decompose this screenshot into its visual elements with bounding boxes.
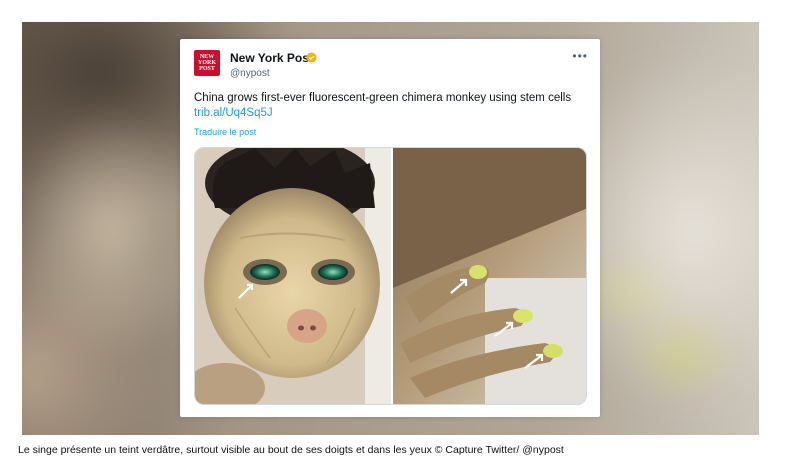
tweet-media[interactable] [194, 147, 587, 405]
account-avatar[interactable]: NEW YORK POST [194, 50, 220, 76]
monkey-face-photo [195, 148, 391, 404]
embedded-tweet[interactable]: NEW YORK POST New York Post @nypost ••• … [180, 39, 600, 417]
monkey-fingers-photo [393, 148, 586, 404]
photo-caption: Le singe présente un teint verdâtre, sur… [18, 444, 564, 456]
avatar-logo: NEW YORK POST [198, 54, 216, 72]
tweet-link[interactable]: trib.al/Uq4Sq5J [194, 107, 273, 119]
verified-badge-icon [306, 52, 317, 63]
more-options-button[interactable]: ••• [572, 49, 588, 63]
tweet-text: China grows first-ever fluorescent-green… [194, 91, 589, 121]
tweet-body: China grows first-ever fluorescent-green… [194, 92, 572, 104]
translate-post-link[interactable]: Traduire le post [194, 127, 256, 137]
account-name[interactable]: New York Post [230, 51, 313, 65]
media-images [195, 148, 586, 404]
article-photo: NEW YORK POST New York Post @nypost ••• … [22, 22, 759, 435]
account-handle[interactable]: @nypost [230, 68, 270, 79]
